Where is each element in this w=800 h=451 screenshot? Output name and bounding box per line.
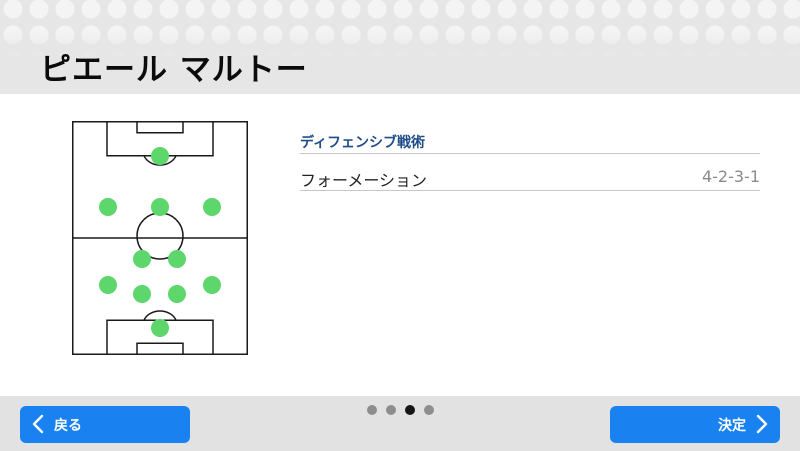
back-button-label: 戻る bbox=[54, 418, 82, 434]
player-marker bbox=[168, 250, 186, 268]
player-marker bbox=[99, 276, 117, 294]
defensive-tactics-heading: ディフェンシブ戦術 bbox=[300, 135, 426, 151]
page-dot bbox=[424, 405, 434, 415]
player-marker bbox=[133, 285, 151, 303]
player-marker bbox=[203, 198, 221, 216]
player-marker bbox=[99, 198, 117, 216]
formation-pitch bbox=[72, 121, 248, 355]
confirm-button-label: 決定 bbox=[718, 418, 746, 434]
page-title: ピエール マルトー bbox=[40, 52, 308, 88]
player-marker bbox=[151, 147, 169, 165]
page-indicator bbox=[367, 405, 434, 415]
page-dot bbox=[367, 405, 377, 415]
player-marker bbox=[133, 250, 151, 268]
page-dot bbox=[405, 405, 415, 415]
chevron-left-icon bbox=[32, 414, 44, 434]
player-marker bbox=[168, 285, 186, 303]
page-dot bbox=[386, 405, 396, 415]
back-button[interactable]: 戻る bbox=[20, 406, 190, 443]
chevron-right-icon bbox=[756, 414, 768, 434]
formation-label: フォーメーション bbox=[300, 171, 428, 190]
confirm-button[interactable]: 決定 bbox=[610, 406, 780, 443]
header-bar: ピエール マルトー bbox=[0, 0, 800, 94]
player-marker bbox=[151, 319, 169, 337]
player-marker bbox=[203, 276, 221, 294]
pitch-diagram bbox=[72, 121, 248, 355]
player-marker bbox=[151, 198, 169, 216]
formation-value: 4-2-3-1 bbox=[701, 167, 760, 186]
section-divider bbox=[300, 153, 760, 154]
row-divider bbox=[300, 190, 760, 191]
